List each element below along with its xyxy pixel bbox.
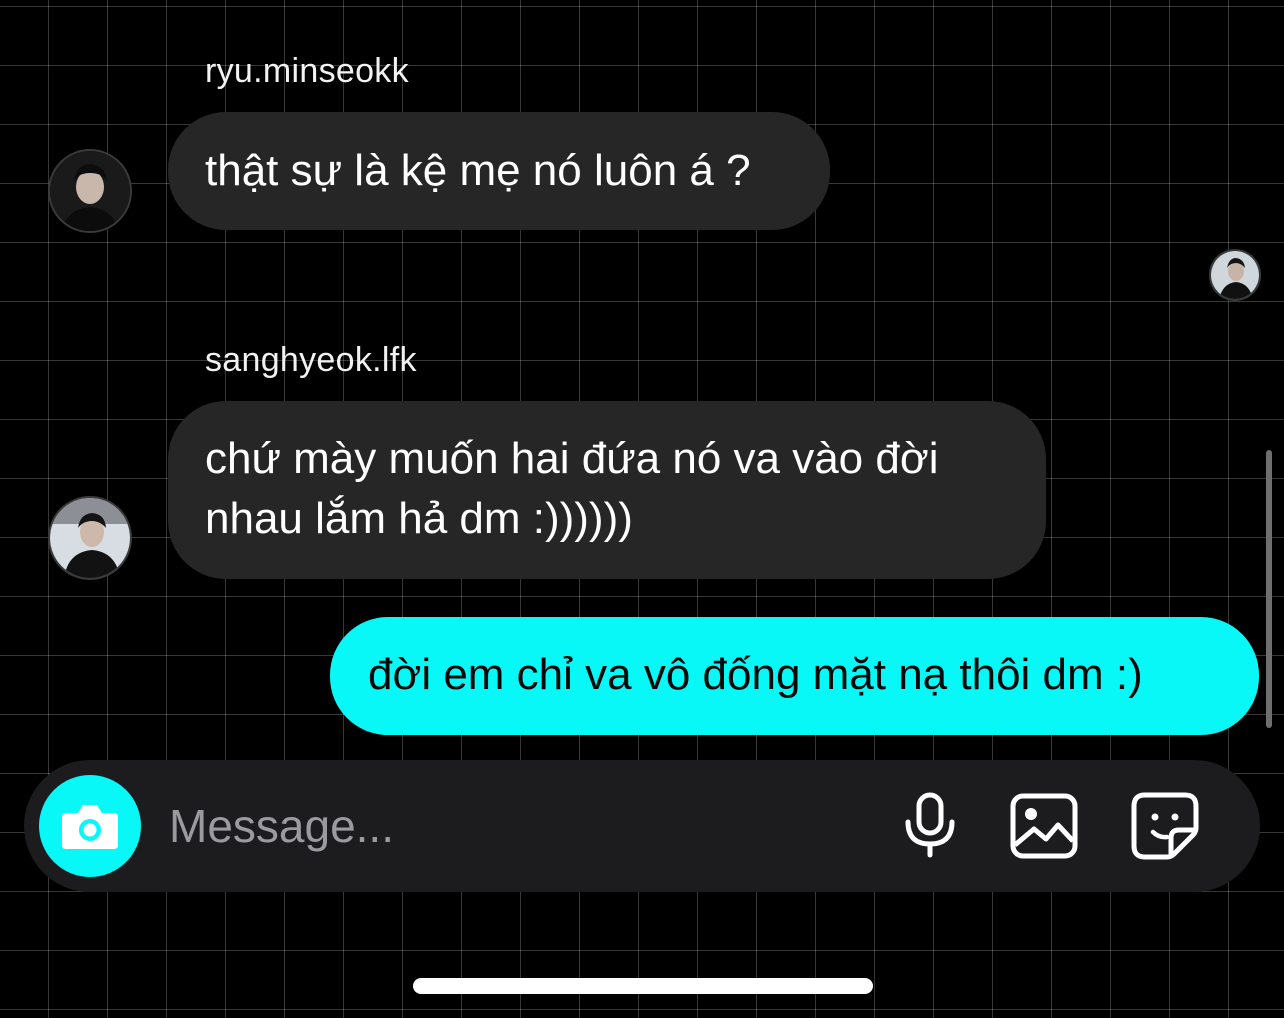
sender-name: sanghyeok.lfk	[205, 341, 417, 379]
sender-name: ryu.minseokk	[205, 52, 409, 90]
message-text: đời em chỉ va vô đống mặt nạ thôi dm :)	[368, 650, 1143, 699]
microphone-button[interactable]	[894, 790, 966, 862]
chat-screen: ryu.minseokk thật sự là kệ mẹ nó luôn á …	[0, 0, 1284, 1018]
microphone-icon	[905, 792, 955, 858]
camera-button[interactable]	[39, 775, 141, 877]
home-indicator[interactable]	[413, 978, 873, 994]
message-text: chứ mày muốn hai đứa nó va vào đời nhau …	[205, 434, 939, 543]
avatar-ryu-minseokk[interactable]	[48, 149, 132, 233]
message-text: thật sự là kệ mẹ nó luôn á ?	[205, 146, 751, 195]
scrollbar[interactable]	[1266, 450, 1272, 728]
image-icon	[1010, 793, 1078, 859]
message-bubble-outgoing[interactable]: đời em chỉ va vô đống mặt nạ thôi dm :)	[330, 617, 1259, 735]
seen-avatar-photo-icon	[1211, 251, 1259, 299]
message-composer	[24, 760, 1260, 892]
avatar-photo-icon	[50, 498, 130, 578]
message-input[interactable]	[169, 788, 729, 864]
avatar-sanghyeok-lfk[interactable]	[48, 496, 132, 580]
avatar-photo-icon	[50, 151, 130, 231]
camera-icon	[62, 805, 118, 849]
seen-avatar	[1209, 249, 1261, 301]
gallery-button[interactable]	[1008, 790, 1080, 862]
sticker-icon	[1131, 792, 1199, 860]
message-bubble-incoming[interactable]: thật sự là kệ mẹ nó luôn á ?	[168, 112, 830, 230]
sticker-button[interactable]	[1129, 790, 1201, 862]
message-bubble-incoming[interactable]: chứ mày muốn hai đứa nó va vào đời nhau …	[168, 401, 1046, 579]
